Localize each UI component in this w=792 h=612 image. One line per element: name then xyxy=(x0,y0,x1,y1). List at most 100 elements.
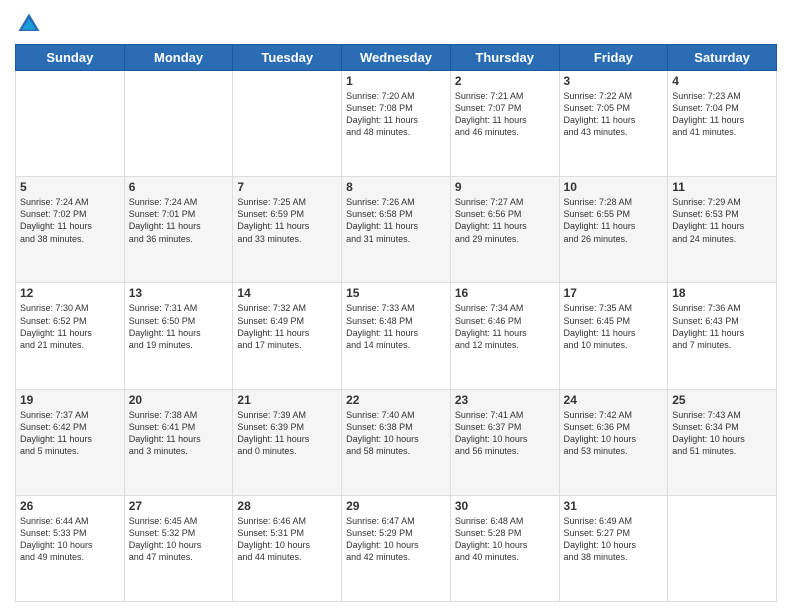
day-info: Sunrise: 7:38 AM Sunset: 6:41 PM Dayligh… xyxy=(129,409,229,458)
week-row-2: 5 Sunrise: 7:24 AM Sunset: 7:02 PM Daylig… xyxy=(16,177,777,283)
day-number: 9 xyxy=(455,180,555,194)
day-cell: 2 Sunrise: 7:21 AM Sunset: 7:07 PM Daylig… xyxy=(450,71,559,177)
day-info: Sunrise: 7:29 AM Sunset: 6:53 PM Dayligh… xyxy=(672,196,772,245)
day-number: 14 xyxy=(237,286,337,300)
day-cell: 24Sunrise: 7:42 AM Sunset: 6:36 PM Dayli… xyxy=(559,389,668,495)
day-info: Sunrise: 6:48 AM Sunset: 5:28 PM Dayligh… xyxy=(455,515,555,564)
day-cell: 4Sunrise: 7:23 AM Sunset: 7:04 PM Daylig… xyxy=(668,71,777,177)
day-info: Sunrise: 7:39 AM Sunset: 6:39 PM Dayligh… xyxy=(237,409,337,458)
day-number: 18 xyxy=(672,286,772,300)
day-cell xyxy=(233,71,342,177)
day-info: Sunrise: 7:26 AM Sunset: 6:58 PM Dayligh… xyxy=(346,196,446,245)
day-info: Sunrise: 7:43 AM Sunset: 6:34 PM Dayligh… xyxy=(672,409,772,458)
day-cell: 6 Sunrise: 7:24 AM Sunset: 7:01 PM Daylig… xyxy=(124,177,233,283)
day-number: 11 xyxy=(672,180,772,194)
day-number: 16 xyxy=(455,286,555,300)
calendar: SundayMondayTuesdayWednesdayThursdayFrid… xyxy=(15,44,777,602)
weekday-header-thursday: Thursday xyxy=(450,45,559,71)
day-number: 1 xyxy=(346,74,446,88)
day-cell: 9 Sunrise: 7:27 AM Sunset: 6:56 PM Daylig… xyxy=(450,177,559,283)
day-number: 24 xyxy=(564,393,664,407)
weekday-header-sunday: Sunday xyxy=(16,45,125,71)
week-row-1: 1 Sunrise: 7:20 AM Sunset: 7:08 PM Daylig… xyxy=(16,71,777,177)
day-number: 12 xyxy=(20,286,120,300)
day-info: Sunrise: 6:47 AM Sunset: 5:29 PM Dayligh… xyxy=(346,515,446,564)
day-cell: 21Sunrise: 7:39 AM Sunset: 6:39 PM Dayli… xyxy=(233,389,342,495)
day-info: Sunrise: 7:25 AM Sunset: 6:59 PM Dayligh… xyxy=(237,196,337,245)
week-row-4: 19 Sunrise: 7:37 AM Sunset: 6:42 PM Dayli… xyxy=(16,389,777,495)
day-info: Sunrise: 7:31 AM Sunset: 6:50 PM Dayligh… xyxy=(129,302,229,351)
day-info: Sunrise: 7:20 AM Sunset: 7:08 PM Dayligh… xyxy=(346,90,446,139)
day-info: Sunrise: 7:24 AM Sunset: 7:01 PM Dayligh… xyxy=(129,196,229,245)
day-info: Sunrise: 7:23 AM Sunset: 7:04 PM Dayligh… xyxy=(672,90,772,139)
weekday-header-wednesday: Wednesday xyxy=(342,45,451,71)
day-number: 23 xyxy=(455,393,555,407)
day-number: 6 xyxy=(129,180,229,194)
logo xyxy=(15,10,45,38)
day-info: Sunrise: 6:45 AM Sunset: 5:32 PM Dayligh… xyxy=(129,515,229,564)
day-number: 10 xyxy=(564,180,664,194)
week-row-5: 26 Sunrise: 6:44 AM Sunset: 5:33 PM Dayli… xyxy=(16,495,777,601)
day-number: 2 xyxy=(455,74,555,88)
day-info: Sunrise: 7:36 AM Sunset: 6:43 PM Dayligh… xyxy=(672,302,772,351)
day-number: 29 xyxy=(346,499,446,513)
day-number: 5 xyxy=(20,180,120,194)
day-info: Sunrise: 7:27 AM Sunset: 6:56 PM Dayligh… xyxy=(455,196,555,245)
day-cell: 29 Sunrise: 6:47 AM Sunset: 5:29 PM Dayli… xyxy=(342,495,451,601)
day-cell: 18 Sunrise: 7:36 AM Sunset: 6:43 PM Dayli… xyxy=(668,283,777,389)
day-cell: 27 Sunrise: 6:45 AM Sunset: 5:32 PM Dayli… xyxy=(124,495,233,601)
day-info: Sunrise: 6:46 AM Sunset: 5:31 PM Dayligh… xyxy=(237,515,337,564)
day-cell: 25 Sunrise: 7:43 AM Sunset: 6:34 PM Dayli… xyxy=(668,389,777,495)
day-number: 31 xyxy=(564,499,664,513)
page: SundayMondayTuesdayWednesdayThursdayFrid… xyxy=(0,0,792,612)
day-info: Sunrise: 7:32 AM Sunset: 6:49 PM Dayligh… xyxy=(237,302,337,351)
day-cell: 14 Sunrise: 7:32 AM Sunset: 6:49 PM Dayli… xyxy=(233,283,342,389)
day-cell xyxy=(124,71,233,177)
weekday-header-row: SundayMondayTuesdayWednesdayThursdayFrid… xyxy=(16,45,777,71)
day-info: Sunrise: 7:33 AM Sunset: 6:48 PM Dayligh… xyxy=(346,302,446,351)
day-info: Sunrise: 7:21 AM Sunset: 7:07 PM Dayligh… xyxy=(455,90,555,139)
day-cell: 11 Sunrise: 7:29 AM Sunset: 6:53 PM Dayli… xyxy=(668,177,777,283)
day-info: Sunrise: 7:28 AM Sunset: 6:55 PM Dayligh… xyxy=(564,196,664,245)
day-number: 27 xyxy=(129,499,229,513)
day-number: 20 xyxy=(129,393,229,407)
day-number: 7 xyxy=(237,180,337,194)
day-number: 30 xyxy=(455,499,555,513)
day-cell: 12 Sunrise: 7:30 AM Sunset: 6:52 PM Dayli… xyxy=(16,283,125,389)
day-number: 25 xyxy=(672,393,772,407)
day-info: Sunrise: 6:44 AM Sunset: 5:33 PM Dayligh… xyxy=(20,515,120,564)
header xyxy=(15,10,777,38)
day-info: Sunrise: 7:22 AM Sunset: 7:05 PM Dayligh… xyxy=(564,90,664,139)
day-info: Sunrise: 6:49 AM Sunset: 5:27 PM Dayligh… xyxy=(564,515,664,564)
day-info: Sunrise: 7:37 AM Sunset: 6:42 PM Dayligh… xyxy=(20,409,120,458)
day-cell: 1 Sunrise: 7:20 AM Sunset: 7:08 PM Daylig… xyxy=(342,71,451,177)
weekday-header-tuesday: Tuesday xyxy=(233,45,342,71)
day-info: Sunrise: 7:41 AM Sunset: 6:37 PM Dayligh… xyxy=(455,409,555,458)
day-number: 17 xyxy=(564,286,664,300)
day-cell: 8 Sunrise: 7:26 AM Sunset: 6:58 PM Daylig… xyxy=(342,177,451,283)
weekday-header-monday: Monday xyxy=(124,45,233,71)
day-cell: 17 Sunrise: 7:35 AM Sunset: 6:45 PM Dayli… xyxy=(559,283,668,389)
day-cell: 22 Sunrise: 7:40 AM Sunset: 6:38 PM Dayli… xyxy=(342,389,451,495)
day-cell: 19 Sunrise: 7:37 AM Sunset: 6:42 PM Dayli… xyxy=(16,389,125,495)
day-cell: 15 Sunrise: 7:33 AM Sunset: 6:48 PM Dayli… xyxy=(342,283,451,389)
day-number: 8 xyxy=(346,180,446,194)
week-row-3: 12 Sunrise: 7:30 AM Sunset: 6:52 PM Dayli… xyxy=(16,283,777,389)
day-number: 13 xyxy=(129,286,229,300)
day-info: Sunrise: 7:40 AM Sunset: 6:38 PM Dayligh… xyxy=(346,409,446,458)
weekday-header-saturday: Saturday xyxy=(668,45,777,71)
day-info: Sunrise: 7:30 AM Sunset: 6:52 PM Dayligh… xyxy=(20,302,120,351)
day-number: 22 xyxy=(346,393,446,407)
day-cell: 26 Sunrise: 6:44 AM Sunset: 5:33 PM Dayli… xyxy=(16,495,125,601)
day-cell: 10 Sunrise: 7:28 AM Sunset: 6:55 PM Dayli… xyxy=(559,177,668,283)
weekday-header-friday: Friday xyxy=(559,45,668,71)
day-info: Sunrise: 7:24 AM Sunset: 7:02 PM Dayligh… xyxy=(20,196,120,245)
day-number: 26 xyxy=(20,499,120,513)
day-info: Sunrise: 7:35 AM Sunset: 6:45 PM Dayligh… xyxy=(564,302,664,351)
day-number: 28 xyxy=(237,499,337,513)
day-number: 15 xyxy=(346,286,446,300)
day-cell: 16Sunrise: 7:34 AM Sunset: 6:46 PM Dayli… xyxy=(450,283,559,389)
day-cell: 23 Sunrise: 7:41 AM Sunset: 6:37 PM Dayli… xyxy=(450,389,559,495)
day-number: 19 xyxy=(20,393,120,407)
day-cell: 3Sunrise: 7:22 AM Sunset: 7:05 PM Daylig… xyxy=(559,71,668,177)
